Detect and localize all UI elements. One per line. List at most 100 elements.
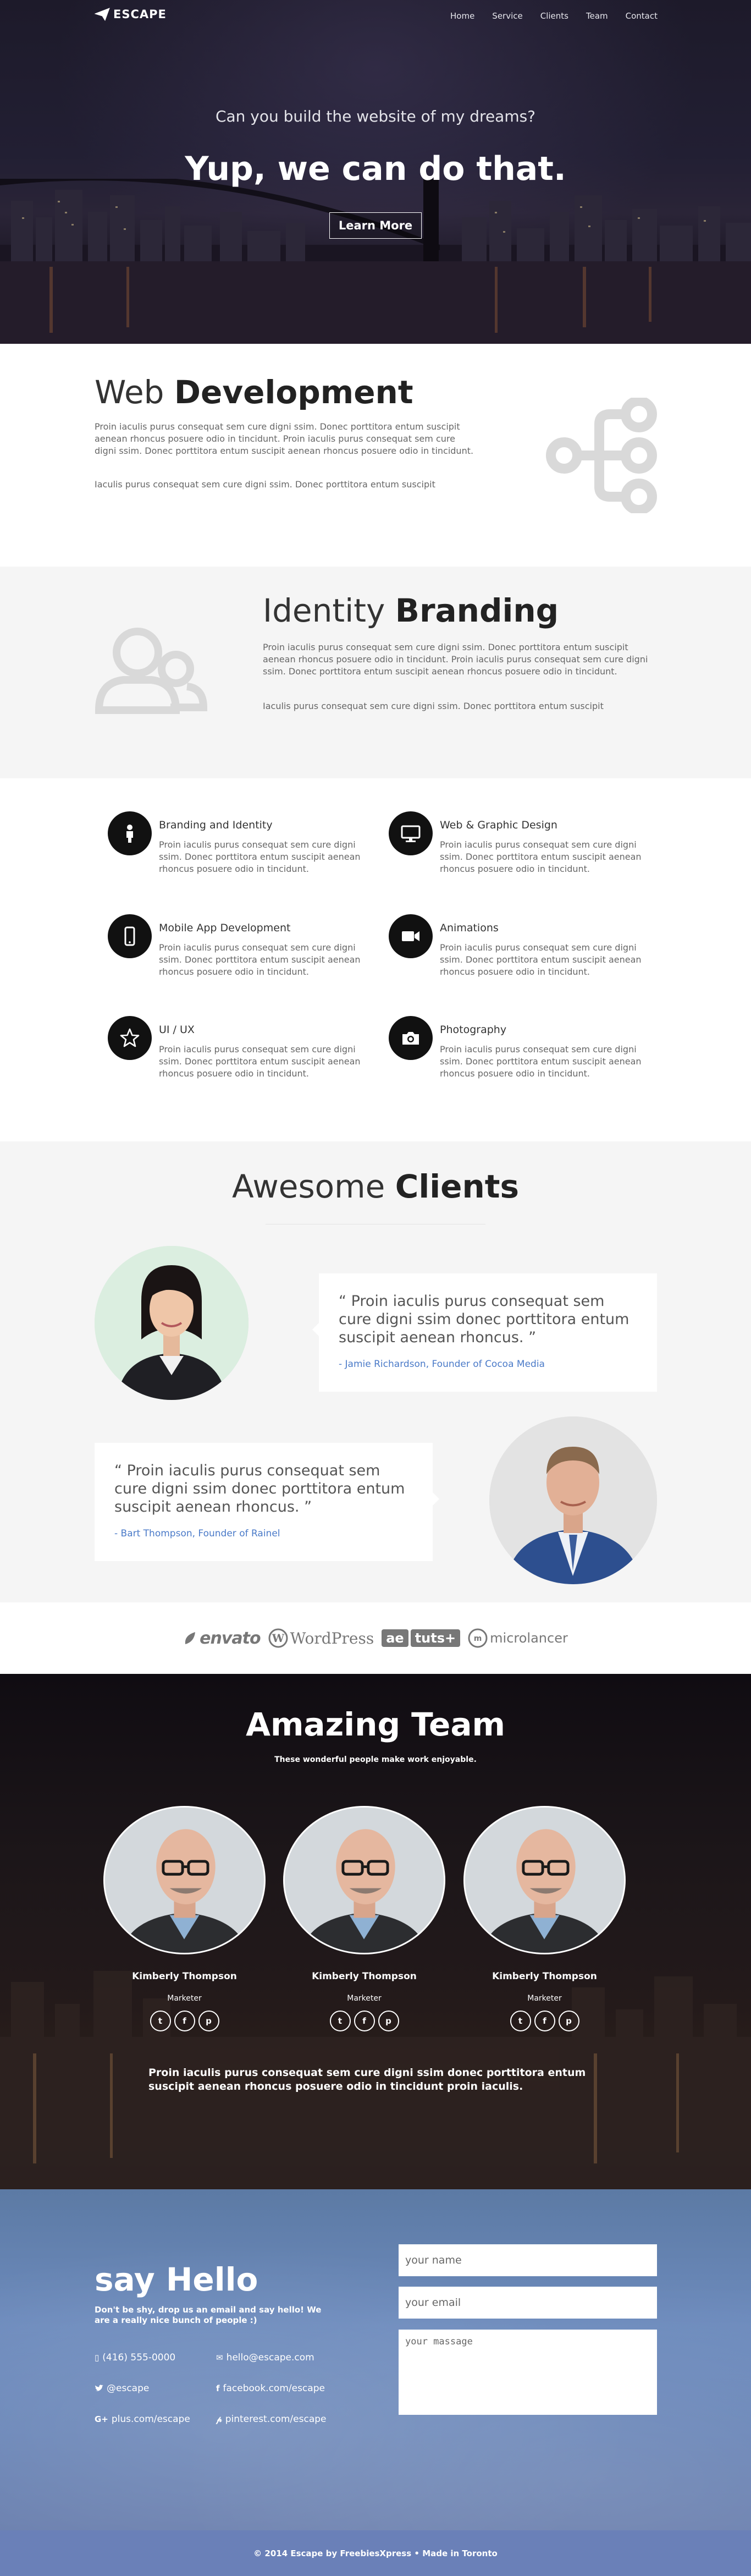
testimonial-card: “ Proin iaculis purus consequat sem cure… (312, 1273, 657, 1392)
services-section: Branding and Identity Proin iaculis puru… (0, 778, 751, 1141)
envelope-icon: ✉ (216, 2353, 223, 2363)
contact-intro: Don't be shy, drop us an email and say h… (95, 2305, 322, 2325)
pinterest-link[interactable]: 𝓅 pinterest.com/escape (216, 2414, 326, 2425)
service-description: Proin iaculis purus consequat sem cure d… (159, 1044, 361, 1079)
team-section: Amazing Team These wonderful people make… (0, 1674, 751, 2189)
nav-clients[interactable]: Clients (540, 11, 568, 21)
sitemap-icon (546, 398, 657, 513)
contact-title: say Hello (95, 2261, 258, 2298)
email-link[interactable]: ✉ hello@escape.com (216, 2352, 314, 2363)
team-member-name: Kimberly Thompson (312, 1971, 417, 1982)
service-title: Web & Graphic Design (440, 819, 557, 831)
twitter-icon[interactable]: t (150, 2011, 171, 2031)
clients-title-light: Awesome (232, 1168, 385, 1205)
service-description: Proin iaculis purus consequat sem cure d… (440, 942, 642, 977)
service-title: UI / UX (159, 1024, 195, 1036)
testimonial-author[interactable]: - Jamie Richardson, Founder of Cocoa Med… (339, 1359, 637, 1370)
identity-branding-title-light: Identity (263, 592, 385, 629)
team-member-role: Marketer (347, 1994, 382, 2003)
users-icon (95, 628, 208, 714)
leaf-icon (185, 1632, 196, 1644)
person-icon (108, 811, 152, 855)
testimonial-quote: “ Proin iaculis purus consequat sem cure… (339, 1293, 629, 1346)
hero-question: Can you build the website of my dreams? (215, 107, 536, 125)
pinterest-text: pinterest.com/escape (225, 2414, 327, 2425)
tuts-badge: tuts+ (410, 1629, 461, 1647)
pinterest-icon[interactable]: p (198, 2011, 219, 2031)
svg-text:W: W (271, 1632, 284, 1645)
microlancer-icon: m (468, 1628, 488, 1648)
learn-more-button[interactable]: Learn More (329, 212, 422, 239)
facebook-icon[interactable]: f (534, 2011, 555, 2031)
hero-section: ESCAPE Home Service Clients Team Contact… (0, 0, 751, 344)
team-member-photo (283, 1806, 445, 1954)
client-logos: envato W WordPress ae tuts+ m microlance… (0, 1602, 751, 1674)
phone-text: (416) 555-0000 (102, 2352, 176, 2363)
contact-title-bold: Hello (165, 2261, 258, 2298)
team-member-role: Marketer (527, 1994, 562, 2003)
service-description: Proin iaculis purus consequat sem cure d… (159, 942, 361, 977)
team-member-card: Kimberly Thompson Marketer t f p (463, 1806, 626, 2031)
nav-home[interactable]: Home (450, 11, 474, 21)
web-development-title: Web Development (95, 374, 413, 411)
tuts-logo[interactable]: ae tuts+ (382, 1629, 461, 1647)
pinterest-icon[interactable]: p (558, 2011, 579, 2031)
monitor-icon (389, 811, 433, 855)
email-input[interactable] (399, 2287, 657, 2319)
facebook-text: facebook.com/escape (223, 2383, 325, 2394)
identity-branding-section: Identity Branding Proin iaculis purus co… (0, 567, 751, 778)
microlancer-logo[interactable]: m microlancer (468, 1628, 568, 1648)
web-development-title-bold: Development (174, 374, 413, 411)
identity-branding-paragraph-2: Iaculis purus consequat sem cure digni s… (263, 701, 604, 711)
testimonial-author[interactable]: - Bart Thompson, Founder of Rainel (114, 1528, 413, 1539)
identity-branding-title-bold: Branding (395, 592, 559, 629)
twitter-icon[interactable]: t (510, 2011, 531, 2031)
ae-badge: ae (382, 1629, 408, 1647)
name-input[interactable] (399, 2244, 657, 2276)
service-title: Branding and Identity (159, 819, 273, 831)
clients-title-bold: Clients (395, 1168, 519, 1205)
team-description: Proin iaculis purus consequat sem cure d… (148, 2067, 586, 2092)
nav-team[interactable]: Team (586, 11, 608, 21)
service-title: Animations (440, 922, 499, 934)
service-description: Proin iaculis purus consequat sem cure d… (440, 839, 642, 874)
footer: © 2014 Escape by FreebiesXpress • Made i… (0, 2530, 751, 2576)
brand-logo[interactable]: ESCAPE (95, 8, 167, 21)
facebook-icon[interactable]: f (354, 2011, 375, 2031)
microlancer-wordmark: microlancer (490, 1630, 568, 1646)
nav-contact[interactable]: Contact (626, 11, 658, 21)
message-textarea[interactable] (399, 2330, 657, 2415)
twitter-bird-icon (95, 2385, 103, 2391)
nav-service[interactable]: Service (492, 11, 522, 21)
email-text: hello@escape.com (226, 2352, 314, 2363)
wordpress-wordmark: WordPress (290, 1629, 374, 1647)
google-plus-link[interactable]: G+ plus.com/escape (95, 2414, 190, 2425)
contact-title-light: say (95, 2261, 155, 2298)
team-title: Amazing Team (246, 1706, 505, 1743)
web-development-section: Web Development Proin iaculis purus cons… (0, 344, 751, 567)
twitter-text: @escape (107, 2383, 150, 2394)
team-member-card: Kimberly Thompson Marketer t f p (103, 1806, 266, 2031)
web-development-title-light: Web (95, 374, 164, 411)
pinterest-icon[interactable]: p (378, 2011, 399, 2031)
team-member-photo (463, 1806, 626, 1954)
google-plus-icon: G+ (95, 2414, 108, 2424)
social-links: t f p (103, 2011, 266, 2031)
facebook-icon[interactable]: f (174, 2011, 195, 2031)
service-description: Proin iaculis purus consequat sem cure d… (440, 1044, 642, 1079)
hero-headline: Yup, we can do that. (185, 150, 566, 188)
envato-wordmark: envato (200, 1628, 261, 1648)
twitter-icon[interactable]: t (329, 2011, 351, 2031)
facebook-f-icon: f (216, 2383, 220, 2393)
phone-link[interactable]: ▯ (416) 555-0000 (95, 2352, 175, 2363)
facebook-link[interactable]: f facebook.com/escape (216, 2383, 325, 2394)
video-camera-icon (389, 914, 433, 958)
brand-name: ESCAPE (113, 8, 167, 21)
envato-logo[interactable]: envato (183, 1628, 261, 1648)
team-member-name: Kimberly Thompson (492, 1971, 597, 1982)
identity-branding-paragraph-1: Proin iaculis purus consequat sem cure d… (263, 642, 648, 677)
clients-title: Awesome Clients (0, 1168, 751, 1205)
wordpress-logo[interactable]: W WordPress (268, 1628, 374, 1648)
service-title: Photography (440, 1024, 507, 1036)
twitter-link[interactable]: @escape (95, 2383, 149, 2394)
